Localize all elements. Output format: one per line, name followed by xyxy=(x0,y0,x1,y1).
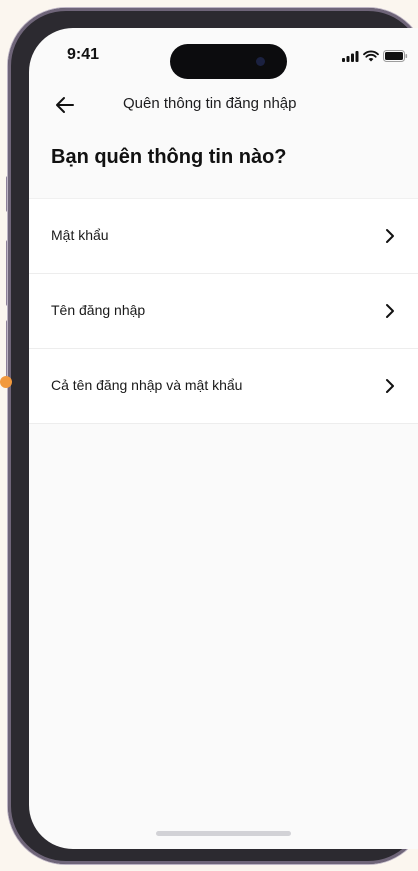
option-label: Mật khẩu xyxy=(51,227,109,243)
signal-icon xyxy=(342,50,359,62)
nav-title: Quên thông tin đăng nhập xyxy=(123,95,297,112)
phone-screen: 9:41 Quên thông tin đăng nhập Bạn quên t… xyxy=(29,28,418,849)
navigation-bar: Quên thông tin đăng nhập xyxy=(29,90,418,120)
phone-mockup-stage: 9:41 Quên thông tin đăng nhập Bạn quên t… xyxy=(0,0,418,871)
chevron-right-icon xyxy=(386,379,394,393)
wifi-icon xyxy=(363,50,379,62)
phone-frame: 9:41 Quên thông tin đăng nhập Bạn quên t… xyxy=(8,8,418,864)
orange-dot-marker xyxy=(0,376,12,388)
chevron-right-icon xyxy=(386,304,394,318)
option-password[interactable]: Mật khẩu xyxy=(29,199,418,274)
option-label: Cả tên đăng nhập và mật khẩu xyxy=(51,377,243,393)
home-indicator[interactable] xyxy=(156,831,291,836)
option-username-and-password[interactable]: Cả tên đăng nhập và mật khẩu xyxy=(29,349,418,424)
status-icons xyxy=(342,50,408,62)
option-label: Tên đăng nhập xyxy=(51,302,146,318)
chevron-right-icon xyxy=(386,229,394,243)
status-bar: 9:41 xyxy=(29,46,418,70)
options-list: Mật khẩu Tên đăng nhập Cả tên đăng nhập … xyxy=(29,198,418,424)
battery-icon xyxy=(383,50,408,62)
status-time: 9:41 xyxy=(67,46,100,63)
page-title: Bạn quên thông tin nào? xyxy=(51,146,287,168)
arrow-left-icon[interactable] xyxy=(53,93,77,117)
option-username[interactable]: Tên đăng nhập xyxy=(29,274,418,349)
